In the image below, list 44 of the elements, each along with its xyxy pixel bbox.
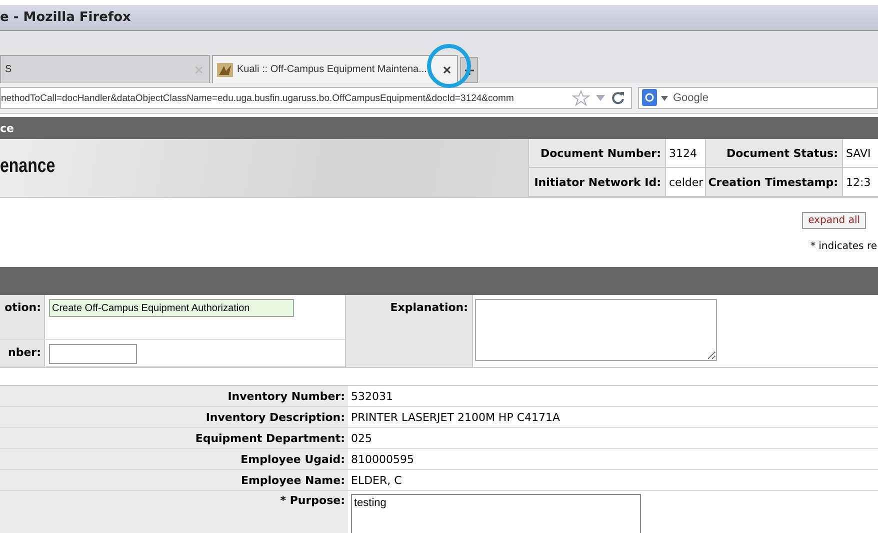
tab-label: Kuali :: Off-Campus Equipment Maintena... xyxy=(237,64,428,75)
document-title: enance xyxy=(0,154,56,178)
highlight-ring xyxy=(426,43,472,89)
info-value: celder xyxy=(665,168,705,197)
dropdown-icon[interactable] xyxy=(661,96,668,101)
reload-icon[interactable] xyxy=(611,91,625,105)
close-icon[interactable] xyxy=(443,66,451,74)
field-label: nber: xyxy=(0,340,44,366)
browser-tab[interactable]: S xyxy=(0,55,210,83)
field-value: 532031 xyxy=(350,388,394,404)
search-engine-icon[interactable] xyxy=(642,89,657,106)
field-label: Employee Ugaid: xyxy=(0,449,348,469)
info-value: 12:3 xyxy=(842,168,878,197)
expand-all-button[interactable]: expand all xyxy=(802,212,866,229)
browser-tab[interactable]: Kuali :: Off-Campus Equipment Maintena... xyxy=(212,55,458,83)
favicon-icon xyxy=(217,62,233,76)
window-title: e - Mozilla Firefox xyxy=(0,10,131,25)
field-label: Employee Name: xyxy=(0,470,348,490)
field-value: PRINTER LASERJET 2100M HP C4171A xyxy=(350,410,562,426)
field-label: Explanation: xyxy=(345,295,472,367)
info-label: Creation Timestamp: xyxy=(705,168,842,197)
tab-label: S xyxy=(5,64,13,75)
number-field[interactable] xyxy=(49,344,137,364)
info-label: Initiator Network Id: xyxy=(528,168,665,197)
field-label: Equipment Department: xyxy=(0,428,348,448)
search-field[interactable]: Google xyxy=(638,87,878,109)
field-label: otion: xyxy=(0,295,44,339)
explanation-field[interactable] xyxy=(475,299,717,361)
field-value: 025 xyxy=(350,430,373,446)
field-value: 810000595 xyxy=(350,452,415,468)
required-note: * indicates re xyxy=(810,241,877,252)
page-title: ce xyxy=(0,122,14,134)
info-label: Document Number: xyxy=(528,139,665,168)
purpose-field[interactable]: testing xyxy=(351,494,641,533)
star-icon[interactable] xyxy=(572,90,590,106)
description-field[interactable]: Create Off-Campus Equipment Authorization xyxy=(49,299,294,317)
field-value: ELDER, C xyxy=(350,472,403,488)
field-label: Inventory Description: xyxy=(0,407,348,427)
field-label: * Purpose: xyxy=(0,491,348,533)
info-value: SAVI xyxy=(842,139,878,168)
field-label: Inventory Number: xyxy=(0,386,348,406)
info-value: 3124 xyxy=(665,139,705,168)
address-field[interactable]: nethodToCall=docHandler&dataObjectClassName=edu.uga.busfin.ugaruss.bo.OffCampusEquipment&docId=3124&comm xyxy=(0,87,632,109)
info-label: Document Status: xyxy=(705,139,842,168)
